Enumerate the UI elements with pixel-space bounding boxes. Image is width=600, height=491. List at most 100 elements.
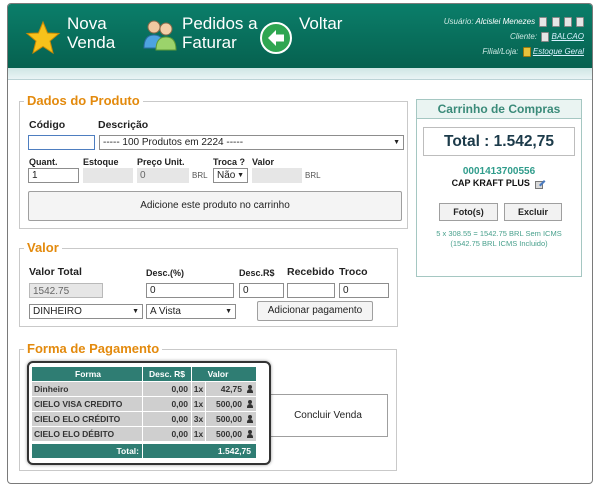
quant-input[interactable] [28,168,79,183]
forma-cell: CIELO VISA CREDITO [32,397,143,411]
chevron-down-icon: ▼ [393,139,400,146]
table-row: CIELO ELO DÉBITO 0,00 1x 500,00 [32,427,256,441]
forma-cell: CIELO ELO CRÉDITO [32,412,143,426]
remove-payment-icon[interactable] [244,397,256,411]
nova-venda-label: Nova Venda [67,14,116,52]
table-row: Dinheiro 0,00 1x 42,75 [32,382,256,396]
quant-label: Quant. [29,157,58,167]
remove-payment-icon[interactable] [244,427,256,441]
fotos-button[interactable]: Foto(s) [439,203,498,221]
table-row: CIELO ELO CRÉDITO 0,00 3x 500,00 [32,412,256,426]
key-icon[interactable] [539,16,548,27]
forma-pagamento-section: Forma de Pagamento Concluir Venda Forma … [19,341,397,471]
edit-icon[interactable] [535,179,546,189]
codigo-input[interactable] [28,135,95,150]
star-icon [25,20,61,55]
prazo-select[interactable]: A Vista ▼ [146,304,236,319]
adicionar-pagamento-button[interactable]: Adicionar pagamento [257,301,373,321]
desc-pct-label: Desc.(%) [146,268,185,278]
forma-pagamento-select[interactable]: DINHEIRO ▼ [29,304,143,319]
cart-item-name: CAP KRAFT PLUS [417,178,581,189]
document-icon[interactable] [551,16,560,27]
header-forma: Forma [32,367,143,381]
estoque-field [83,168,133,183]
header-bar: Nova Venda Pedidos a Faturar Voltar Usuá… [8,4,592,68]
main-window: Nova Venda Pedidos a Faturar Voltar Usuá… [7,3,593,484]
chevron-down-icon: ▼ [237,172,244,179]
valor-cell: 42,75 [220,384,242,394]
codigo-label: Código [29,119,66,131]
table-row: CIELO VISA CREDITO 0,00 1x 500,00 [32,397,256,411]
valor-total-label: Valor Total [29,266,82,278]
cart-item-description: 5 x 308.55 = 1542.75 BRL Sem ICMS (1542.… [436,229,562,248]
cliente-link[interactable]: BALCAO [552,32,584,41]
valor-section: Valor Valor Total Desc.(%) Desc.R$ Receb… [19,240,398,327]
cart-item-code: 0001413700556 [462,166,536,177]
desc-rs-label: Desc.R$ [239,268,275,278]
forma-cell: Dinheiro [32,382,143,396]
voltar-button[interactable]: Voltar [259,14,379,55]
usuario-label: Usuário: [443,17,474,26]
valor-cell: 500,00 [216,429,242,439]
qty-cell: 1x [192,397,206,411]
desc-cell: 0,00 [143,427,192,441]
nova-venda-button[interactable]: Nova Venda [25,14,147,56]
preco-field: 0 [137,168,189,183]
payments-total-row: Total: 1.542,75 [32,444,256,458]
preco-label: Preço Unit. [137,157,185,167]
valor-cell: 500,00 [216,399,242,409]
users-icon [143,20,177,51]
carrinho-panel: Carrinho de Compras Total : 1.542,75 000… [416,99,582,277]
filial-label: Filial/Loja: [482,47,519,56]
desc-cell: 0,00 [143,382,192,396]
valor-unit: BRL [305,171,321,180]
pedidos-a-faturar-button[interactable]: Pedidos a Faturar [142,14,262,52]
payments-table: Forma Desc. R$ Valor Dinheiro 0,00 1x 42… [27,361,271,465]
qty-cell: 1x [192,427,206,441]
dados-produto-section: Dados do Produto Código Descrição ----- … [19,93,408,229]
recebido-input[interactable] [287,283,335,298]
descricao-value: ----- 100 Produtos em 2224 ----- [103,137,244,148]
client-icon [541,31,550,42]
header-desc: Desc. R$ [143,367,192,381]
cart-item-name-text: CAP KRAFT PLUS [451,178,530,188]
desc-cell: 0,00 [143,397,192,411]
carrinho-total: Total : 1.542,75 [423,127,575,156]
carrinho-title: Carrinho de Compras [417,100,581,119]
usuario-value: Alcislei Menezes [475,17,536,26]
troca-value: Não [217,170,236,181]
payments-header-row: Forma Desc. R$ Valor [32,367,256,381]
header-strip [8,68,592,80]
valor-label: Valor [252,157,275,167]
troca-select[interactable]: Não ▼ [213,168,248,183]
filial-link[interactable]: Estoque Geral [533,47,584,56]
troca-label: Troca ? [213,157,246,167]
recebido-label: Recebido [287,266,335,278]
lock-icon[interactable] [576,16,584,27]
qty-cell: 3x [192,412,206,426]
desc-pct-input[interactable] [146,283,234,298]
chevron-down-icon: ▼ [132,308,139,315]
forma-cell: CIELO ELO DÉBITO [32,427,143,441]
prazo-value: A Vista [150,306,181,317]
desc-cell: 0,00 [143,412,192,426]
excluir-button[interactable]: Excluir [504,203,562,221]
total-label: Total: [32,444,143,458]
dados-produto-legend: Dados do Produto [24,93,143,108]
voltar-label: Voltar [299,14,343,33]
remove-payment-icon[interactable] [244,382,256,396]
add-to-cart-button[interactable]: Adicione este produto no carrinho [28,191,402,221]
printer-icon[interactable] [563,16,572,27]
total-value: 1.542,75 [217,446,251,456]
valor-total-field: 1542.75 [29,283,103,298]
store-icon [522,46,531,57]
concluir-venda-button[interactable]: Concluir Venda [268,394,388,437]
back-arrow-icon [260,22,292,54]
forma-pagamento-value: DINHEIRO [33,306,82,317]
troco-input[interactable] [339,283,389,298]
desc-rs-input[interactable] [239,283,284,298]
header-valor: Valor [207,369,229,379]
remove-payment-icon[interactable] [244,412,256,426]
forma-pagamento-legend: Forma de Pagamento [24,341,163,356]
descricao-select[interactable]: ----- 100 Produtos em 2224 ----- ▼ [99,135,404,150]
